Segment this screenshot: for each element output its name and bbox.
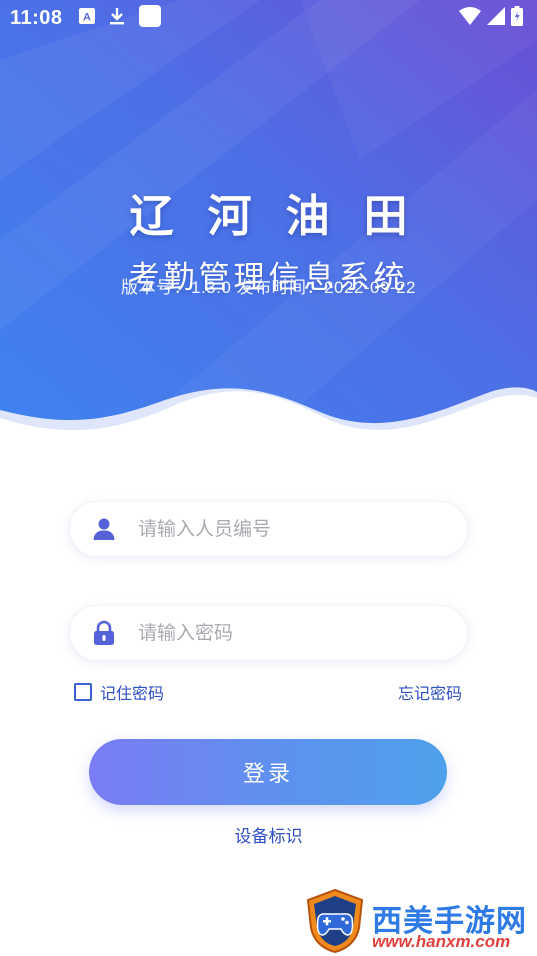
- username-input[interactable]: [138, 518, 438, 540]
- hero-banner: 11:08 A 辽河油田 考勤管理信息系统 版本号：1.3.0 发布时间：202…: [0, 0, 537, 440]
- username-field[interactable]: [69, 501, 468, 557]
- remember-password-toggle[interactable]: 记住密码: [74, 680, 164, 704]
- login-button[interactable]: 登录: [89, 739, 447, 805]
- login-options: 记住密码 忘记密码: [74, 680, 464, 704]
- password-input[interactable]: [138, 622, 438, 644]
- status-time: 11:08: [10, 6, 63, 29]
- download-icon: [109, 7, 125, 29]
- accessibility-icon: A: [78, 8, 95, 28]
- signal-icon: [487, 7, 505, 29]
- password-field[interactable]: [69, 605, 468, 661]
- lock-icon: [92, 620, 116, 645]
- user-icon: [92, 517, 116, 541]
- battery-icon: [511, 6, 523, 30]
- status-bar: 11:08 A: [0, 0, 537, 36]
- gamepad-shield-icon: [306, 888, 364, 954]
- device-id-link[interactable]: 设备标识: [0, 822, 537, 847]
- svg-text:A: A: [83, 12, 91, 24]
- watermark-url: www.hanxm.com: [372, 932, 511, 951]
- wifi-icon: [459, 7, 481, 29]
- version-info: 版本号：1.3.0 发布时间：2022-09-22: [121, 278, 416, 297]
- remember-label: 记住密码: [100, 684, 165, 703]
- app-icon: [138, 5, 161, 31]
- watermark: 西美手游网 www.hanxm.com: [300, 886, 537, 956]
- remember-checkbox[interactable]: [74, 683, 92, 701]
- forgot-password-link[interactable]: 忘记密码: [398, 680, 462, 704]
- app-title: 辽河油田: [129, 191, 442, 242]
